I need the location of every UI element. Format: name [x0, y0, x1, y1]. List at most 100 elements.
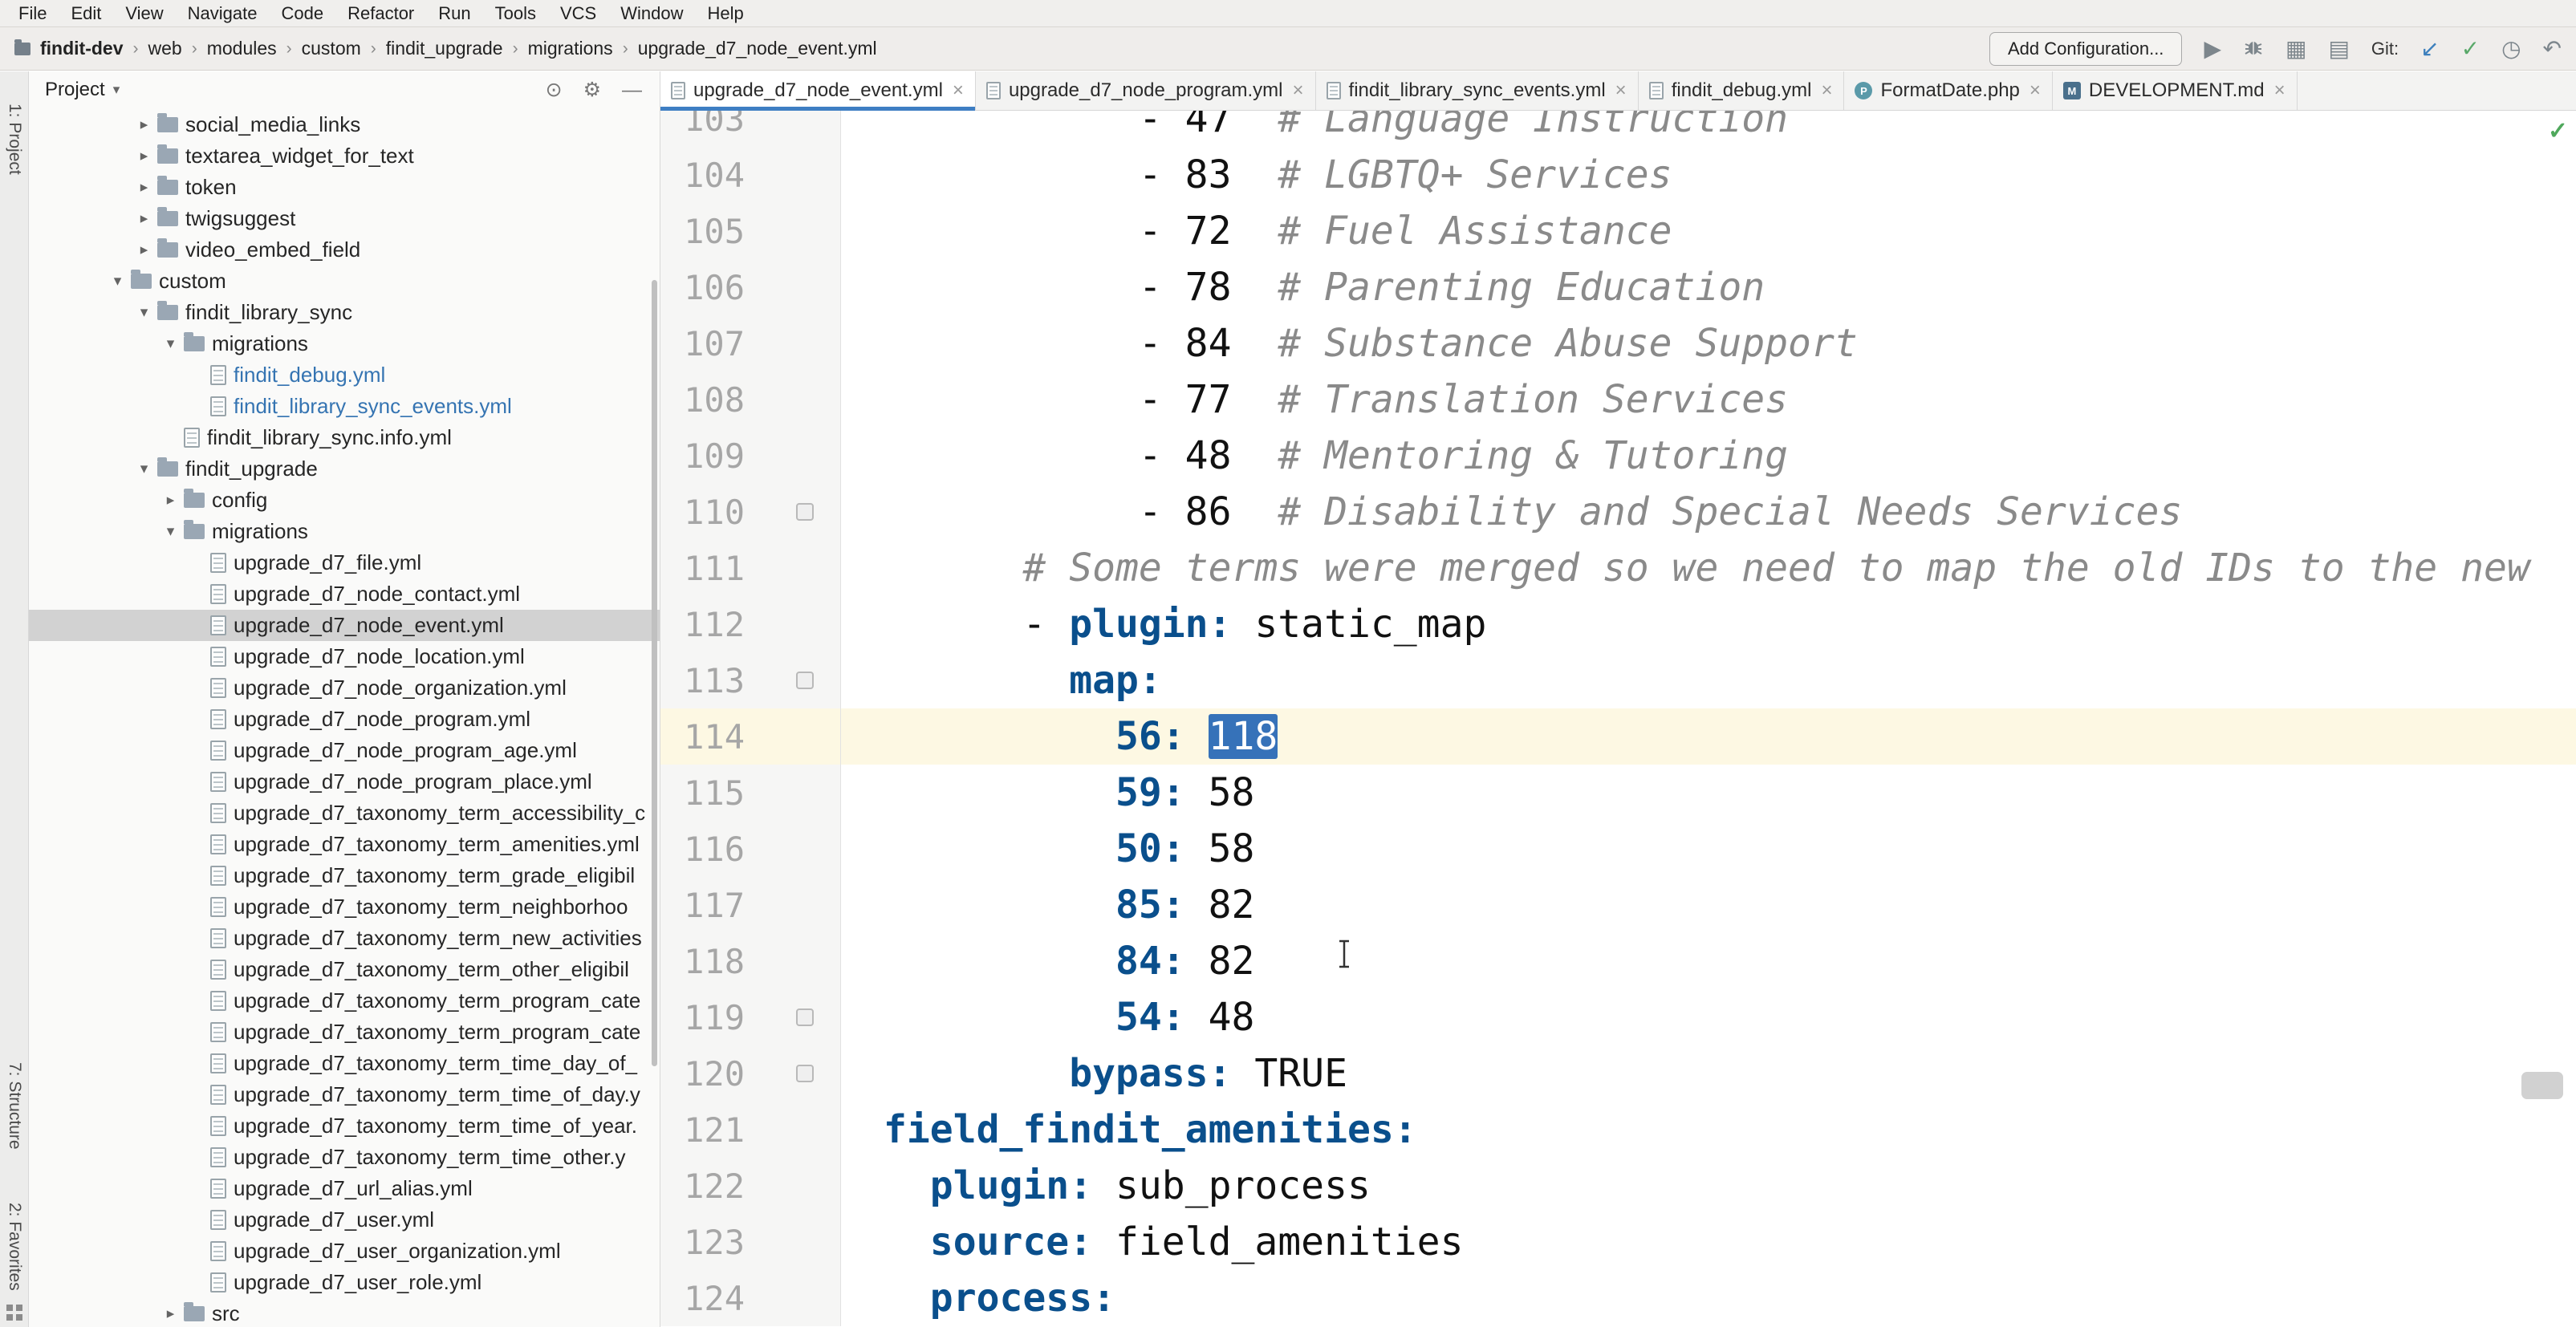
- tree-item[interactable]: upgrade_d7_taxonomy_term_program_cate: [29, 985, 660, 1017]
- tree-item[interactable]: upgrade_d7_taxonomy_term_grade_eligibil: [29, 860, 660, 891]
- fold-marker-icon[interactable]: [796, 503, 814, 521]
- editor-scrollbar-thumb[interactable]: [2521, 1072, 2563, 1099]
- breadcrumb-item[interactable]: upgrade_d7_node_event.yml: [638, 38, 877, 59]
- tree-item[interactable]: upgrade_d7_node_event.yml: [29, 610, 660, 641]
- editor-tab[interactable]: upgrade_d7_node_event.yml×: [660, 71, 976, 110]
- tree-scrollbar-thumb[interactable]: [652, 280, 657, 1066]
- code-line[interactable]: process:: [841, 1276, 1115, 1321]
- tree-item[interactable]: ▾migrations: [29, 328, 660, 359]
- tab-close-icon[interactable]: ×: [2030, 79, 2041, 102]
- editor[interactable]: 103 - 47 # Language Instruction104 - 83 …: [660, 111, 2576, 1327]
- menu-item-refactor[interactable]: Refactor: [335, 0, 426, 26]
- menu-item-view[interactable]: View: [113, 0, 175, 26]
- fold-marker-icon[interactable]: [796, 672, 814, 689]
- tool-window-project-button[interactable]: 1: Project: [5, 103, 24, 175]
- git-commit-icon[interactable]: ✓: [2461, 38, 2480, 60]
- code-line[interactable]: - 48 # Mentoring & Tutoring: [841, 433, 1788, 478]
- tree-item[interactable]: upgrade_d7_file.yml: [29, 547, 660, 578]
- tree-item[interactable]: ▾migrations: [29, 516, 660, 547]
- tree-item[interactable]: ▾findit_upgrade: [29, 453, 660, 485]
- git-update-icon[interactable]: ↙: [2420, 38, 2439, 60]
- chevron-down-icon[interactable]: ▾: [131, 460, 157, 478]
- breadcrumb-item[interactable]: migrations: [528, 38, 613, 59]
- tree-item[interactable]: upgrade_d7_node_location.yml: [29, 641, 660, 672]
- code-line[interactable]: - 86 # Disability and Special Needs Serv…: [841, 489, 2182, 534]
- tree-item[interactable]: findit_library_sync_events.yml: [29, 391, 660, 422]
- tree-item[interactable]: ▸twigsuggest: [29, 203, 660, 234]
- chevron-down-icon[interactable]: ▾: [104, 272, 131, 290]
- code-line[interactable]: - 78 # Parenting Education: [841, 265, 1765, 310]
- tree-item[interactable]: upgrade_d7_user_organization.yml: [29, 1236, 660, 1267]
- tree-item[interactable]: ▾findit_library_sync: [29, 297, 660, 328]
- coverage-icon[interactable]: ▦: [2285, 38, 2306, 60]
- tree-item[interactable]: upgrade_d7_user_role.yml: [29, 1267, 660, 1298]
- chevron-down-icon[interactable]: ▾: [157, 522, 184, 541]
- chevron-right-icon[interactable]: ▸: [131, 116, 157, 134]
- menu-item-tools[interactable]: Tools: [483, 0, 548, 26]
- tree-item[interactable]: upgrade_d7_taxonomy_term_time_day_of_: [29, 1048, 660, 1079]
- tree-item[interactable]: upgrade_d7_node_program_place.yml: [29, 766, 660, 797]
- code-line[interactable]: - 84 # Substance Abuse Support: [841, 321, 1858, 366]
- chevron-right-icon[interactable]: ▸: [131, 178, 157, 197]
- tree-item[interactable]: ▸textarea_widget_for_text: [29, 140, 660, 172]
- menu-item-vcs[interactable]: VCS: [548, 0, 608, 26]
- menu-item-file[interactable]: File: [6, 0, 59, 26]
- layout-icon[interactable]: ▤: [2328, 38, 2349, 60]
- menu-item-edit[interactable]: Edit: [59, 0, 113, 26]
- editor-tab[interactable]: PFormatDate.php×: [1844, 71, 2052, 110]
- tree-item[interactable]: upgrade_d7_taxonomy_term_neighborhoo: [29, 891, 660, 923]
- tree-item[interactable]: upgrade_d7_taxonomy_term_time_other.y: [29, 1142, 660, 1173]
- code-line[interactable]: 54: 48: [841, 995, 1254, 1040]
- tree-item[interactable]: ▸config: [29, 485, 660, 516]
- code-line[interactable]: - 47 # Language Instruction: [841, 111, 1788, 141]
- code-line[interactable]: 59: 58: [841, 770, 1254, 815]
- hide-panel-icon[interactable]: —: [616, 79, 648, 102]
- menu-item-code[interactable]: Code: [270, 0, 336, 26]
- code-line[interactable]: - plugin: static_map: [841, 602, 1486, 647]
- editor-tab[interactable]: findit_debug.yml×: [1639, 71, 1845, 110]
- tree-item[interactable]: upgrade_d7_node_contact.yml: [29, 578, 660, 610]
- code-line[interactable]: 84: 82: [841, 939, 1254, 984]
- code-line[interactable]: 85: 82: [841, 883, 1254, 927]
- tree-item[interactable]: upgrade_d7_taxonomy_term_accessibility_c: [29, 797, 660, 829]
- menu-item-window[interactable]: Window: [608, 0, 695, 26]
- debug-icon[interactable]: [2243, 36, 2264, 61]
- code-line[interactable]: - 77 # Translation Services: [841, 377, 1788, 422]
- code-line[interactable]: - 83 # LGBTQ+ Services: [841, 152, 1672, 197]
- run-icon[interactable]: ▶: [2204, 38, 2221, 60]
- code-line[interactable]: # Some terms were merged so we need to m…: [841, 546, 2530, 590]
- chevron-down-icon[interactable]: ▾: [157, 335, 184, 353]
- tool-window-switcher-icon[interactable]: [6, 1305, 22, 1321]
- tree-item[interactable]: upgrade_d7_taxonomy_term_amenities.yml: [29, 829, 660, 860]
- editor-tab[interactable]: findit_library_sync_events.yml×: [1316, 71, 1639, 110]
- tool-window-structure-button[interactable]: 7: Structure: [5, 1062, 24, 1150]
- code-line[interactable]: 56: 118: [841, 714, 1278, 759]
- gear-icon[interactable]: ⚙: [577, 78, 607, 102]
- tree-item[interactable]: findit_library_sync.info.yml: [29, 422, 660, 453]
- tree-item[interactable]: upgrade_d7_node_program_age.yml: [29, 735, 660, 766]
- chevron-down-icon[interactable]: ▾: [113, 82, 120, 98]
- breadcrumb-item[interactable]: findit-dev: [40, 38, 124, 59]
- inspections-ok-icon[interactable]: ✓: [2548, 117, 2568, 145]
- chevron-right-icon[interactable]: ▸: [157, 1305, 184, 1323]
- breadcrumb-item[interactable]: findit_upgrade: [386, 38, 503, 59]
- breadcrumb-item[interactable]: modules: [207, 38, 277, 59]
- tree-item[interactable]: ▸social_media_links: [29, 109, 660, 140]
- git-back-icon[interactable]: ↶: [2543, 38, 2562, 60]
- tree-item[interactable]: ▸src: [29, 1298, 660, 1327]
- tree-item[interactable]: upgrade_d7_node_organization.yml: [29, 672, 660, 704]
- tree-item[interactable]: upgrade_d7_taxonomy_term_program_cate: [29, 1017, 660, 1048]
- tab-close-icon[interactable]: ×: [1821, 79, 1832, 102]
- menu-item-navigate[interactable]: Navigate: [176, 0, 270, 26]
- tree-item[interactable]: upgrade_d7_url_alias.yml: [29, 1173, 660, 1204]
- locate-file-icon[interactable]: ⊙: [539, 78, 569, 102]
- tab-close-icon[interactable]: ×: [1293, 79, 1304, 102]
- editor-tab[interactable]: MDEVELOPMENT.md×: [2053, 71, 2298, 110]
- tree-item[interactable]: upgrade_d7_taxonomy_term_time_of_day.y: [29, 1079, 660, 1110]
- menu-item-help[interactable]: Help: [695, 0, 755, 26]
- code-line[interactable]: source: field_amenities: [841, 1219, 1463, 1264]
- tab-close-icon[interactable]: ×: [2274, 79, 2285, 102]
- tool-window-favorites-button[interactable]: 2: Favorites: [5, 1203, 24, 1291]
- tree-item[interactable]: ▸token: [29, 172, 660, 203]
- chevron-down-icon[interactable]: ▾: [131, 303, 157, 322]
